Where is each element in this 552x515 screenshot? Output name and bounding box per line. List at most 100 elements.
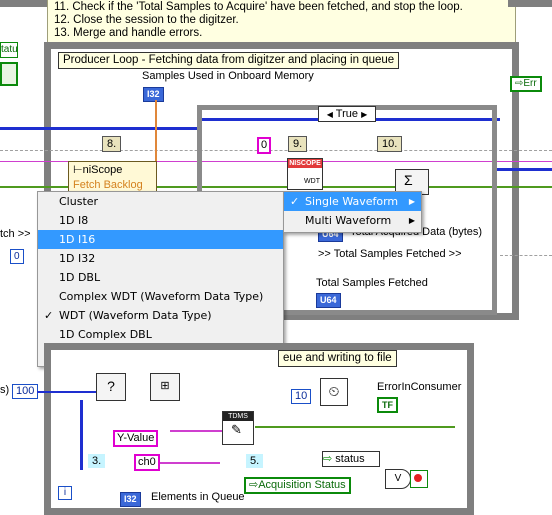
elements-in-queue-label: Elements in Queue <box>151 491 245 503</box>
i32-icon: I32 <box>124 494 137 504</box>
iteration-terminal: i <box>58 486 72 500</box>
elements-in-queue-indicator[interactable]: I32 <box>120 492 141 507</box>
comment-box: 11. Check if the 'Total Samples to Acqui… <box>47 0 516 45</box>
wire <box>80 400 83 470</box>
samples-used-label: Samples Used in Onboard Memory <box>142 70 314 82</box>
submenu-item[interactable]: Multi Waveform ▶ <box>284 211 421 230</box>
const-10[interactable]: 10 <box>291 389 312 404</box>
menu-item-label: 1D Complex DBL <box>59 328 152 341</box>
fetch-backlog-label: Fetch Backlog <box>73 179 143 191</box>
total-samples-fetched-indicator[interactable]: U64 <box>316 293 341 308</box>
wire <box>255 426 455 428</box>
context-menu[interactable]: Cluster 1D I8 1D I16 1D I32 1D DBL Complex WD… <box>37 191 284 367</box>
menu-item[interactable]: 1D I16 <box>38 230 283 249</box>
y-value-constant[interactable]: Y-Value <box>113 430 159 447</box>
wire <box>493 168 552 171</box>
stop-icon <box>414 474 422 482</box>
frame-number-5: 5. <box>246 454 264 468</box>
check-icon: ✓ <box>44 309 54 322</box>
samples-used-indicator[interactable]: I32 <box>143 87 164 102</box>
error-in-consumer-indicator[interactable]: TF <box>377 397 398 413</box>
acquisition-status-local[interactable]: ⇨Acquisition Status <box>244 477 351 494</box>
error-terminal-label: Err <box>523 78 537 89</box>
unbundle-node[interactable]: ⇨ status <box>322 451 380 467</box>
status-indicator[interactable] <box>0 62 18 86</box>
consumer-left-label: s) <box>0 384 10 396</box>
submenu-item[interactable]: ✓ Single Waveform ▶ <box>284 192 421 211</box>
frame-number-3: 3. <box>88 454 106 468</box>
const-100[interactable]: 100 <box>12 384 39 399</box>
menu-item[interactable]: ✓ WDT (Waveform Data Type) <box>38 306 283 325</box>
comment-line: 13. Merge and handle errors. <box>54 27 203 39</box>
frame-number: 8. <box>102 136 122 152</box>
zero-constant[interactable]: 0 <box>257 137 272 154</box>
status-arrow-icon: ⇨ <box>323 453 333 465</box>
comment-line: 12. Close the session to the digitzer. <box>54 14 239 26</box>
status-terminal[interactable]: tatus <box>0 42 18 58</box>
metronome-icon: ⏲ <box>328 383 340 399</box>
niscope-property-node[interactable]: ⊢niScope Fetch Backlog <box>68 161 157 193</box>
queue-status-node[interactable]: ⊞ <box>150 373 180 401</box>
left-zero-constant[interactable]: 0 <box>10 249 24 264</box>
dequeue-node[interactable]: ? <box>96 373 126 401</box>
u64-icon: U64 <box>320 295 337 305</box>
error-terminal[interactable]: ⇨Err <box>510 76 542 92</box>
producer-loop-title: Producer Loop - Fetching data from digit… <box>58 52 400 69</box>
menu-item[interactable]: 1D DBL <box>38 268 283 287</box>
wire <box>37 391 97 393</box>
submenu-item-label: Single Waveform <box>305 195 399 208</box>
pencil-icon: ✎ <box>231 422 242 437</box>
ch0-constant[interactable]: ch0 <box>134 454 160 471</box>
menu-item[interactable]: 1D I32 <box>38 249 283 268</box>
question-icon: ? <box>107 378 115 394</box>
submenu[interactable]: ✓ Single Waveform ▶ Multi Waveform ▶ <box>283 191 422 233</box>
menu-item[interactable]: 1D I8 <box>38 211 283 230</box>
menu-item[interactable]: Cluster <box>38 192 283 211</box>
or-label: V <box>394 473 402 484</box>
i32-icon: I32 <box>147 89 160 99</box>
frame-number: 10. <box>377 136 403 152</box>
status-label: tatus <box>1 44 18 55</box>
wire <box>170 430 230 432</box>
menu-item-label: 1D DBL <box>59 271 101 284</box>
menu-item-label: Cluster <box>59 195 99 208</box>
sigma-icon: Σ <box>404 172 413 188</box>
frame-number-3-label: 3. <box>92 455 102 467</box>
or-gate[interactable]: V <box>385 469 411 489</box>
menu-item[interactable]: Complex WDT (Waveform Data Type) <box>38 287 283 306</box>
case-next-icon: ▶ <box>361 110 368 119</box>
menu-item-label: WDT (Waveform Data Type) <box>59 309 212 322</box>
wire <box>0 127 200 130</box>
check-icon: ✓ <box>290 195 300 208</box>
wire <box>500 255 552 256</box>
outer-loop-top-border <box>0 0 47 7</box>
menu-item-label: 1D I32 <box>59 252 96 265</box>
wdt-label: WDT <box>304 178 320 185</box>
menu-item-label: 1D I8 <box>59 214 89 227</box>
case-selector[interactable]: ◀ True ▶ <box>318 106 376 122</box>
total-fetched-tunnel-label: >> Total Samples Fetched >> <box>318 248 462 260</box>
submenu-arrow-icon: ▶ <box>408 216 415 225</box>
niscope-title: NISCOPE <box>288 159 322 168</box>
wait-timer-node[interactable]: ⏲ <box>320 378 348 406</box>
total-samples-fetched-label: Total Samples Fetched <box>316 277 428 289</box>
iteration-label: i <box>63 487 67 498</box>
frame-number-5-label: 5. <box>250 455 260 467</box>
case-selector-value: True <box>335 108 358 120</box>
tdms-write-node[interactable]: TDMS ✎ <box>222 411 254 445</box>
consumer-loop-title-text: eue and writing to file <box>283 352 392 364</box>
menu-item[interactable]: 1D Complex DBL <box>38 325 283 344</box>
menu-item-label: 1D I16 <box>59 233 96 246</box>
comment-line: 11. Check if the 'Total Samples to Acqui… <box>54 1 463 13</box>
outer-loop-top-border <box>508 0 552 7</box>
error-in-consumer-label: ErrorInConsumer <box>377 381 462 393</box>
niscope-fetch-node[interactable]: NISCOPE WDT <box>287 158 323 190</box>
producer-loop-title-text: Producer Loop - Fetching data from digit… <box>63 54 395 66</box>
tdms-title: TDMS <box>223 412 253 421</box>
key-icon: ⊢ <box>73 164 83 176</box>
acquisition-status-label: Acquisition Status <box>258 479 346 491</box>
menu-item-label: Complex WDT (Waveform Data Type) <box>59 290 264 303</box>
stop-terminal[interactable] <box>410 470 428 488</box>
tf-icon: TF <box>382 400 393 410</box>
submenu-item-label: Multi Waveform <box>305 214 392 227</box>
